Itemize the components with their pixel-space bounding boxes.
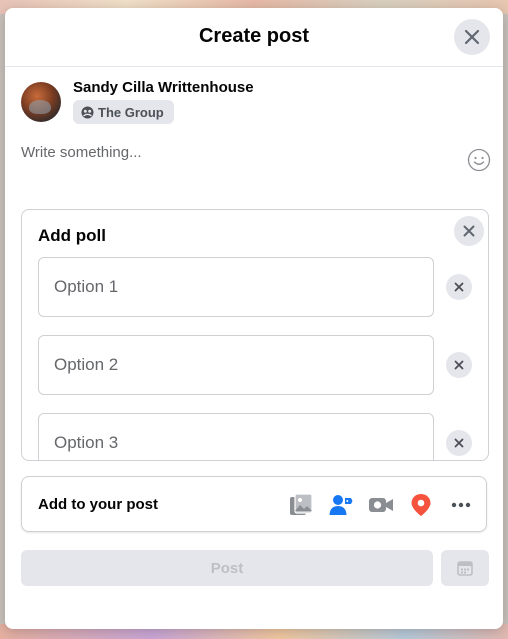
- poll-option-3-input[interactable]: Option 3: [38, 413, 434, 460]
- tag-people-icon: [329, 495, 353, 515]
- smiley-icon: [467, 148, 491, 172]
- photo-video-button[interactable]: [288, 492, 314, 518]
- remove-poll-button[interactable]: [454, 216, 484, 246]
- emoji-button[interactable]: [467, 148, 491, 172]
- close-icon: [454, 438, 464, 448]
- add-to-post-bar: Add to your post: [21, 476, 487, 532]
- poll-option-2-input[interactable]: Option 2: [38, 335, 434, 395]
- poll-option-1-input[interactable]: Option 1: [38, 257, 434, 317]
- dialog-header: Create post: [5, 8, 503, 67]
- remove-option-2-button[interactable]: [446, 352, 472, 378]
- poll-section: Add poll Option 1 Option 2 Option 3: [21, 209, 489, 461]
- more-options-button[interactable]: [448, 492, 474, 518]
- remove-option-3-button[interactable]: [446, 430, 472, 456]
- add-to-post-label: Add to your post: [38, 496, 158, 513]
- audience-selector[interactable]: The Group: [73, 100, 174, 124]
- close-icon: [463, 225, 475, 237]
- live-video-button[interactable]: [368, 492, 394, 518]
- check-in-icon: [411, 494, 431, 516]
- close-button[interactable]: [454, 19, 490, 55]
- post-text-input[interactable]: Write something...: [21, 144, 142, 161]
- photo-video-icon: [290, 493, 313, 515]
- calendar-icon: [457, 561, 473, 576]
- close-icon: [454, 360, 464, 370]
- group-icon: [81, 106, 94, 118]
- author-name[interactable]: Sandy Cilla Writtenhouse: [73, 79, 254, 96]
- check-in-button[interactable]: [408, 492, 434, 518]
- close-icon: [454, 282, 464, 292]
- close-icon: [464, 29, 480, 45]
- more-icon: [451, 502, 471, 508]
- tag-people-button[interactable]: [328, 492, 354, 518]
- audience-label: The Group: [98, 104, 164, 120]
- post-button[interactable]: Post: [21, 550, 433, 586]
- remove-option-1-button[interactable]: [446, 274, 472, 300]
- poll-title: Add poll: [38, 226, 106, 245]
- avatar[interactable]: [21, 82, 61, 122]
- schedule-button[interactable]: [441, 550, 489, 586]
- create-post-dialog: Create post Sandy Cilla Writtenhouse The…: [5, 8, 503, 629]
- dialog-title: Create post: [198, 25, 310, 47]
- live-video-icon: [369, 498, 393, 512]
